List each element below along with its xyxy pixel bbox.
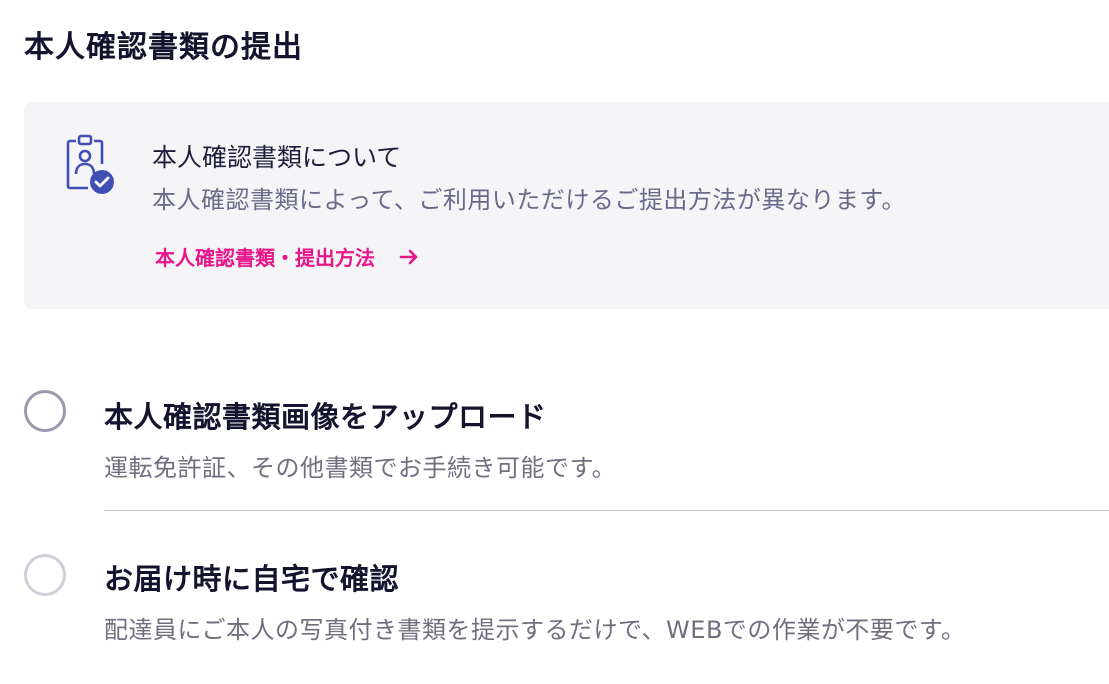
option-home-verification[interactable]: お届け時に自宅で確認 配達員にご本人の写真付き書類を提示するだけで、WEBでの作… — [24, 554, 1109, 654]
document-methods-link[interactable]: 本人確認書類・提出方法 — [155, 242, 419, 271]
info-title: 本人確認書類について — [152, 143, 402, 172]
radio-button-upload[interactable] — [24, 390, 66, 432]
option-home-description: 配達員にご本人の写真付き書類を提示するだけで、WEBでの作業が不要です。 — [104, 616, 966, 644]
option-upload-description: 運転免許証、その他書類でお手続き可能です。 — [104, 454, 617, 482]
option-upload-title: 本人確認書類画像をアップロード — [104, 400, 547, 434]
option-home-title: お届け時に自宅で確認 — [104, 562, 400, 596]
id-badge-check-icon — [66, 134, 116, 198]
options-divider — [104, 510, 1109, 511]
document-methods-link-label: 本人確認書類・提出方法 — [155, 246, 375, 270]
arrow-right-icon — [399, 247, 419, 267]
info-box: 本人確認書類について 本人確認書類によって、ご利用いただけるご提出方法が異なりま… — [24, 102, 1109, 309]
radio-button-home[interactable] — [24, 554, 66, 596]
info-description: 本人確認書類によって、ご利用いただけるご提出方法が異なります。 — [152, 186, 906, 214]
page-title: 本人確認書類の提出 — [24, 30, 303, 65]
option-upload-image[interactable]: 本人確認書類画像をアップロード 運転免許証、その他書類でお手続き可能です。 — [24, 390, 1109, 490]
